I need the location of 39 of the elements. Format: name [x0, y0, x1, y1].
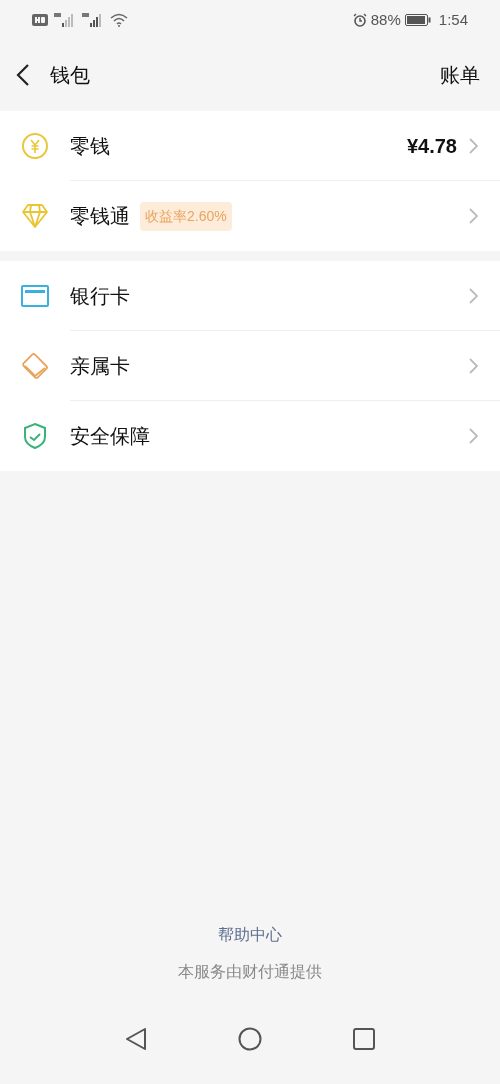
row-label: 零钱通: [70, 204, 130, 229]
menu-row[interactable]: 零钱 ¥4.78: [0, 111, 500, 181]
clock-time: 1:54: [438, 9, 468, 30]
wifi-icon: [110, 13, 128, 27]
balance-amount: ¥4.78: [406, 134, 457, 159]
bill-link[interactable]: 账单: [440, 60, 480, 90]
page-title: 钱包: [50, 63, 90, 88]
help-center-link[interactable]: 帮助中心: [218, 923, 282, 947]
battery-icon: [404, 14, 431, 26]
chevron-icon: [469, 208, 478, 224]
battery-percent: 88%: [370, 9, 401, 30]
yield-badge: 收益率2.60%: [140, 201, 232, 231]
chevron-icon: [469, 358, 478, 374]
back-nav-icon[interactable]: [125, 1027, 148, 1051]
alarm-icon: [352, 13, 367, 27]
signal-icon: [82, 13, 104, 27]
menu-row[interactable]: 亲属卡: [0, 331, 500, 401]
chevron-icon: [469, 428, 478, 444]
row-label: 安全保障: [70, 424, 150, 449]
menu-row[interactable]: 零钱通 收益率2.60%: [0, 181, 500, 251]
recents-nav-icon[interactable]: [352, 1028, 375, 1050]
back-icon: [16, 63, 30, 87]
shield-icon: [23, 422, 47, 450]
signal-icon: [54, 13, 76, 27]
home-nav-icon[interactable]: [238, 1027, 262, 1051]
menu-row[interactable]: 银行卡: [0, 261, 500, 331]
back-button[interactable]: [16, 63, 30, 87]
diamond-icon: [21, 203, 49, 229]
cards-icon: [21, 352, 49, 380]
service-note: 本服务由财付通提供: [178, 962, 322, 982]
coin-icon: [21, 132, 49, 160]
chevron-icon: [469, 138, 478, 154]
row-label: 亲属卡: [70, 354, 130, 379]
row-label: 零钱: [70, 134, 110, 159]
menu-row[interactable]: 安全保障: [0, 401, 500, 471]
row-label: 银行卡: [70, 284, 130, 309]
hd-icon: [32, 14, 48, 26]
card-icon: [21, 285, 49, 307]
chevron-icon: [469, 288, 478, 304]
